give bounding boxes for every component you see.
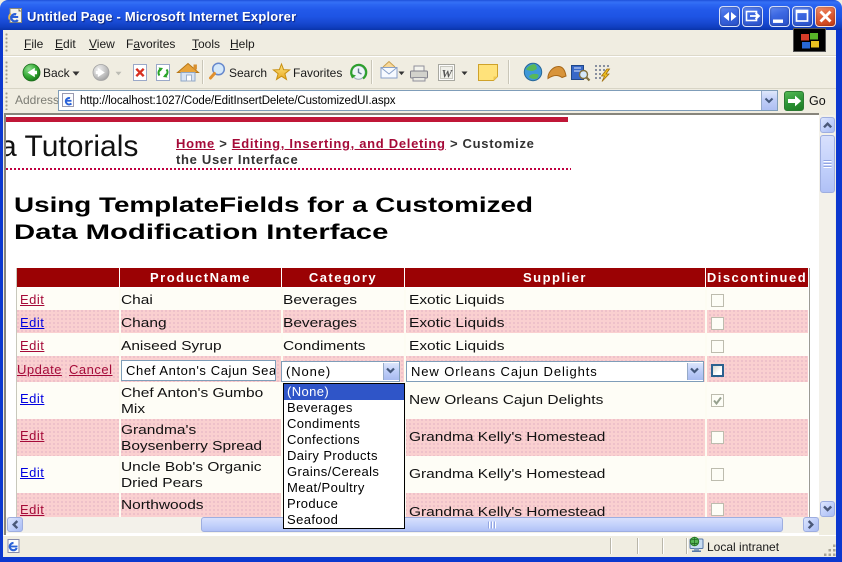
svg-text:W: W [441, 67, 453, 81]
